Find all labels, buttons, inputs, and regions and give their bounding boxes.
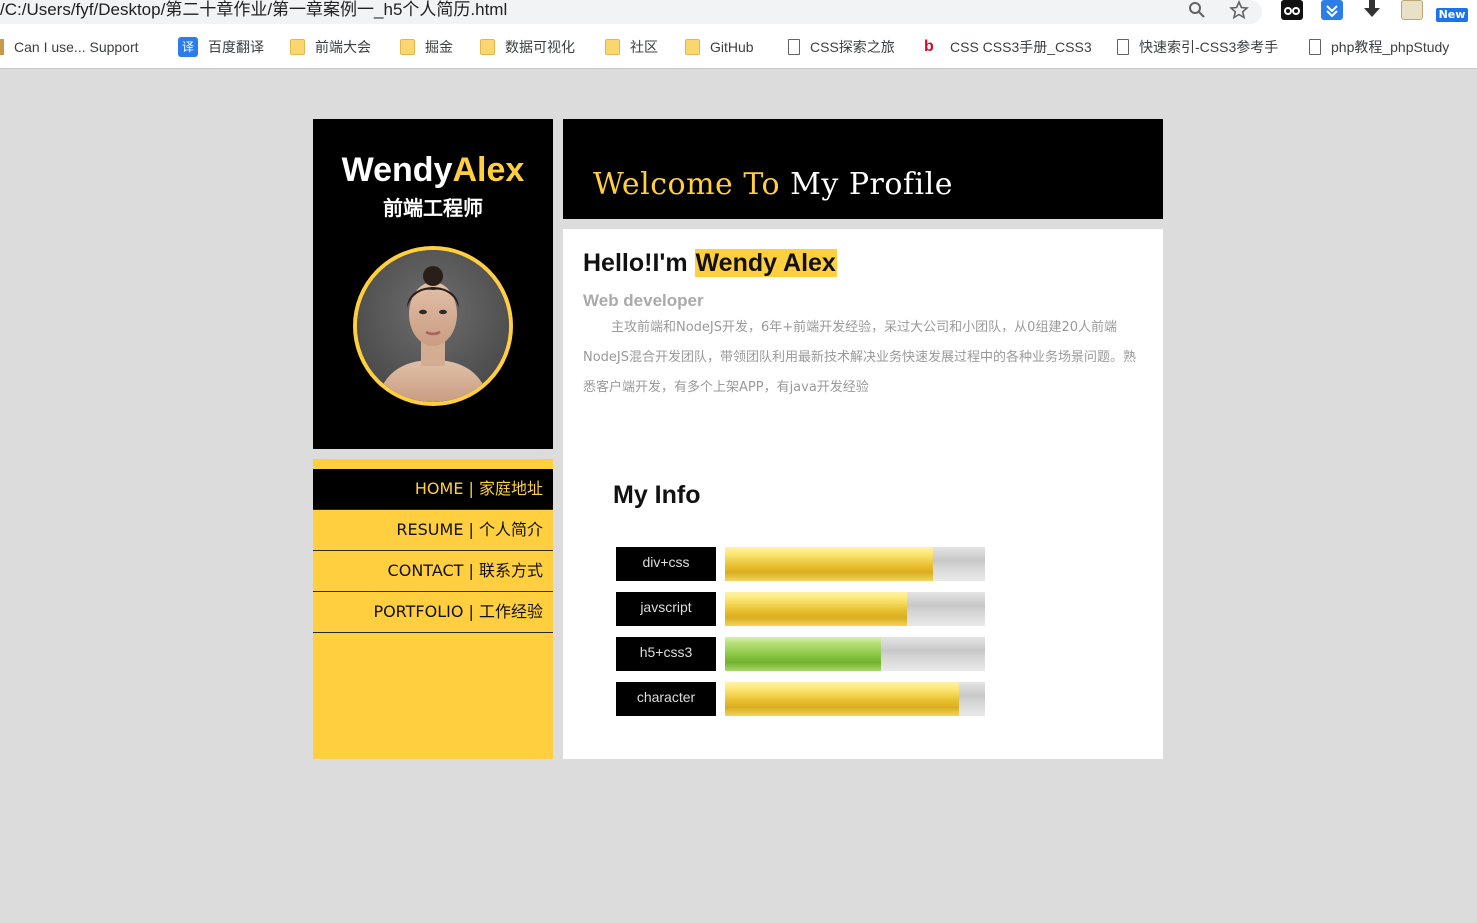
extension-ghost-icon[interactable] — [1281, 0, 1303, 20]
bookmark-label: Can I use... Support — [14, 39, 139, 55]
address-bar[interactable]: /C:/Users/fyf/Desktop/第二十章作业/第一章案例一_h5个人… — [0, 0, 1262, 24]
folder-icon — [290, 39, 305, 55]
skill-bar-fill — [725, 682, 959, 716]
folder-icon — [605, 39, 620, 55]
bookmark-label: 快速索引-CSS3参考手 — [1139, 39, 1279, 55]
bookmark-folder[interactable]: 掘金 — [400, 37, 453, 57]
name-first: Wendy — [341, 151, 453, 189]
bookmark-folder[interactable]: 社区 — [605, 37, 658, 57]
bookmark-page[interactable]: 快速索引-CSS3参考手 — [1117, 37, 1278, 57]
nav-item-portfolio[interactable]: PORTFOLIO | 工作经验 — [313, 592, 553, 633]
bookmark-label: php教程_phpStudy — [1331, 39, 1450, 55]
bookmark-folder[interactable]: 数据可视化 — [480, 37, 575, 57]
skill-bar-fill — [725, 547, 933, 581]
skill-bar-track — [725, 592, 985, 626]
page-icon — [1309, 39, 1321, 55]
bookmark-label: 掘金 — [425, 39, 453, 55]
folder-icon — [400, 39, 415, 55]
skill-label: h5+css3 — [616, 637, 716, 671]
job-subtitle: Web developer — [583, 291, 704, 310]
profile-card: WendyAlex 前端工程师 — [313, 119, 553, 449]
browser-toolbar: /C:/Users/fyf/Desktop/第二十章作业/第一章案例一_h5个人… — [0, 0, 1477, 24]
skill-bar-fill — [725, 592, 907, 626]
bookmark-folder[interactable]: 前端大会 — [290, 37, 371, 57]
bookmark-page[interactable]: CSS探索之旅 — [788, 37, 895, 57]
skill-bar-fill — [725, 637, 881, 671]
page-icon — [788, 39, 800, 55]
skill-label: character — [616, 682, 716, 716]
profile-name: WendyAlex — [313, 151, 553, 190]
download-arrow-icon[interactable] — [1361, 0, 1383, 20]
skill-bar-track — [725, 547, 985, 581]
bookmark-label: 社区 — [630, 39, 658, 55]
nav-item-home[interactable]: HOME | 家庭地址 — [313, 469, 553, 510]
page-title: Welcome To My Profile — [593, 167, 953, 202]
zoom-icon[interactable] — [1186, 0, 1208, 20]
main-panel: Hello!I'm Wendy Alex Web developer 主攻前端和… — [563, 229, 1163, 759]
bookmark-label: 百度翻译 — [208, 39, 264, 55]
bookmark-label: 前端大会 — [315, 39, 371, 55]
extension-download-icon[interactable] — [1321, 0, 1343, 20]
skill-bar-track — [725, 682, 985, 716]
avatar — [353, 246, 513, 406]
side-nav: HOME | 家庭地址 RESUME | 个人简介 CONTACT | 联系方式… — [313, 459, 553, 759]
bookmark-label: GitHub — [710, 39, 754, 55]
hello-heading: Hello!I'm Wendy Alex — [583, 249, 837, 278]
bookmark-folder[interactable]: GitHub — [685, 37, 754, 57]
bookmark-css3[interactable]: b CSS CSS3手册_CSS3 — [924, 37, 1092, 57]
brand-icon: b — [924, 38, 934, 55]
fanyi-icon: 译 — [178, 37, 198, 57]
page-header: Welcome To My Profile — [563, 119, 1163, 219]
title-rest: My Profile — [780, 167, 953, 202]
bookmark-label: CSS CSS3手册_CSS3 — [950, 39, 1092, 55]
address-text[interactable]: /C:/Users/fyf/Desktop/第二十章作业/第一章案例一_h5个人… — [0, 0, 507, 20]
nav-item-contact[interactable]: CONTACT | 联系方式 — [313, 551, 553, 592]
skill-label: div+css — [616, 547, 716, 581]
bookmark-caniuse[interactable]: Can I use... Support — [0, 37, 139, 57]
folder-icon — [685, 39, 700, 55]
nav-item-resume[interactable]: RESUME | 个人简介 — [313, 510, 553, 551]
profile-role: 前端工程师 — [383, 196, 483, 220]
intro-paragraph: 主攻前端和NodeJS开发，6年+前端开发经验，呆过大公司和小团队，从0组建20… — [583, 320, 1137, 395]
page-icon — [1117, 39, 1129, 55]
hello-prefix: Hello!I'm — [583, 249, 695, 277]
extension-image-icon[interactable] — [1401, 0, 1423, 20]
info-heading: My Info — [613, 481, 701, 509]
bookmark-label: CSS探索之旅 — [810, 39, 895, 55]
title-highlight: Welcome To — [593, 167, 781, 202]
caniuse-icon — [0, 39, 4, 55]
skill-bar-track — [725, 637, 985, 671]
bookmark-label: 数据可视化 — [505, 39, 575, 55]
skill-label: javscript — [616, 592, 716, 626]
bookmarks-bar: Can I use... Support 译 百度翻译 前端大会 掘金 数据可视… — [0, 24, 1477, 69]
bookmark-star-icon[interactable] — [1228, 0, 1250, 20]
name-last: Alex — [452, 151, 525, 189]
folder-icon — [480, 39, 495, 55]
hello-name: Wendy Alex — [694, 249, 837, 277]
bookmark-page[interactable]: php教程_phpStudy — [1309, 37, 1449, 57]
bookmark-fanyi[interactable]: 译 百度翻译 — [178, 37, 264, 57]
new-badge[interactable]: New — [1436, 8, 1468, 22]
